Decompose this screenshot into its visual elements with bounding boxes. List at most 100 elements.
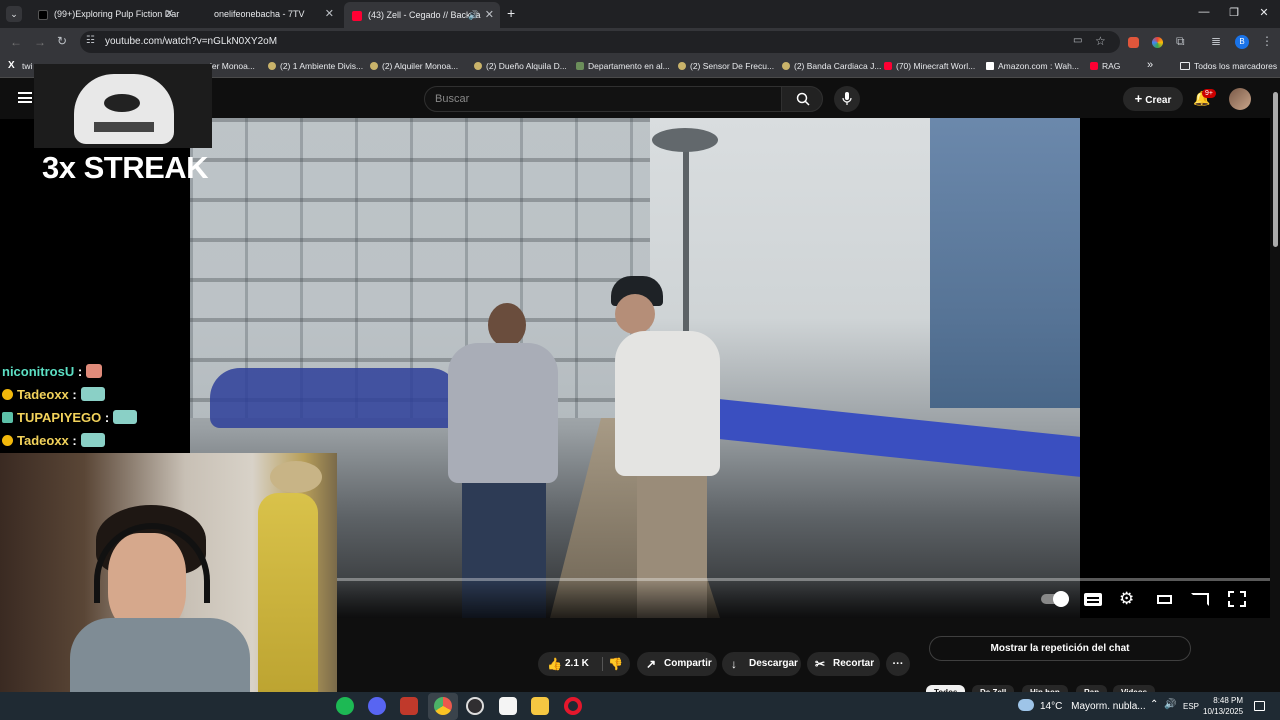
autoplay-play-icon xyxy=(1053,591,1069,607)
chat-message: Tadeoxx : xyxy=(2,387,105,402)
extension-icon[interactable] xyxy=(1128,37,1139,48)
bookmark-item[interactable]: (2) 1 Ambiente Divis... xyxy=(268,61,363,71)
language-indicator[interactable]: ESP xyxy=(1183,702,1199,711)
youtube-favicon xyxy=(884,62,892,70)
bookmark-favicon xyxy=(678,62,686,70)
volume-icon[interactable]: 🔊 xyxy=(1164,699,1176,710)
obs-icon[interactable] xyxy=(466,697,484,715)
bookmark-item[interactable]: twi xyxy=(22,61,32,71)
7tv-icon xyxy=(198,10,208,20)
create-button[interactable]: + Crear xyxy=(1123,87,1183,111)
x-twitter-icon: X xyxy=(8,60,15,71)
reading-list-icon[interactable]: ≣ xyxy=(1211,34,1221,48)
extensions-puzzle-icon[interactable]: ⧉ xyxy=(1176,34,1185,49)
spotify-icon[interactable] xyxy=(336,697,354,715)
profile-avatar[interactable]: B xyxy=(1235,35,1249,49)
taskbar-clock[interactable]: 8:48 PM 10/13/2025 xyxy=(1203,695,1243,717)
fullscreen-icon[interactable] xyxy=(1228,591,1246,607)
bookmark-item[interactable]: (2) Alquiler Monoa... xyxy=(370,61,458,71)
theater-mode-icon[interactable] xyxy=(1156,591,1174,607)
back-icon[interactable]: ← xyxy=(10,35,22,49)
hamburger-menu-icon[interactable] xyxy=(18,92,32,103)
chat-username: TUPAPIYEGO xyxy=(17,410,102,425)
bookmark-item[interactable]: Departamento en al... xyxy=(576,61,670,71)
bookmark-item[interactable]: ler Monoa... xyxy=(210,61,255,71)
tab-pulp-fiction[interactable]: (99+)Exploring Pulp Fiction Dar ✕ xyxy=(30,4,180,24)
chat-badge-icon xyxy=(2,412,13,423)
opera-icon[interactable] xyxy=(564,697,582,715)
bookmark-favicon xyxy=(474,62,482,70)
youtube-favicon xyxy=(1090,62,1098,70)
chat-emote xyxy=(80,433,105,447)
download-button[interactable]: ↓ Descargar xyxy=(722,652,801,676)
voice-search-button[interactable] xyxy=(834,86,860,112)
autoplay-toggle[interactable] xyxy=(1041,591,1071,607)
speaker-icon[interactable]: 🔊 xyxy=(468,2,479,28)
tiktok-icon xyxy=(38,9,48,20)
bookmark-star-icon[interactable]: ☆ xyxy=(1095,34,1106,48)
app-icon[interactable] xyxy=(499,697,517,715)
scissors-icon: ✂ xyxy=(815,657,826,671)
forward-icon[interactable]: → xyxy=(34,35,46,49)
restore-button[interactable]: ❐ xyxy=(1227,6,1241,19)
bookmarks-overflow-button[interactable]: » xyxy=(1147,59,1153,71)
video-scene-blue-pool xyxy=(720,399,1080,477)
scrollbar-thumb[interactable] xyxy=(1273,92,1278,247)
weather-widget-text[interactable]: 14°C Mayorm. nubla... xyxy=(1040,701,1146,712)
cast-page-icon[interactable]: ▭ xyxy=(1073,35,1082,46)
chat-message: niconitrosU : xyxy=(2,364,103,379)
tray-overflow-icon[interactable]: ⌃ xyxy=(1150,699,1158,710)
bookmark-item[interactable]: (70) Minecraft Worl... xyxy=(884,61,975,71)
settings-gear-icon[interactable]: ⚙ xyxy=(1119,590,1137,607)
sub-badge-icon xyxy=(2,389,13,400)
share-button[interactable]: ↗ Compartir xyxy=(637,652,717,676)
chat-message: TUPAPIYEGO : xyxy=(2,410,138,425)
search-icon xyxy=(796,92,810,106)
bookmark-item[interactable]: (2) Dueño Alquila D... xyxy=(474,61,567,71)
close-window-button[interactable]: ✕ xyxy=(1257,6,1271,19)
bookmark-item[interactable]: Amazon.com : Wah... xyxy=(986,61,1079,71)
bookmark-favicon xyxy=(268,62,276,70)
chrome-active-indicator xyxy=(428,693,458,720)
new-tab-button[interactable]: + xyxy=(507,5,515,21)
subtitles-icon[interactable] xyxy=(1084,591,1102,607)
all-bookmarks-folder[interactable]: Todos los marcadores xyxy=(1180,61,1277,71)
notification-badge: 9+ xyxy=(1202,89,1216,98)
tab-youtube-active[interactable]: (43) Zell - Cegado // Backpa 🔊 ✕ xyxy=(344,2,500,28)
show-chat-replay-button[interactable]: Mostrar la repetición del chat xyxy=(929,636,1191,661)
streaming-app-icon[interactable] xyxy=(400,697,418,715)
tab-7tv[interactable]: onelifeonebacha - 7TV ✕ xyxy=(190,4,340,24)
webcam-hat xyxy=(270,461,322,493)
progress-bar[interactable] xyxy=(336,578,1270,581)
reload-icon[interactable]: ↻ xyxy=(57,34,67,48)
clip-button[interactable]: ✂ Recortar xyxy=(807,652,880,676)
notification-center-icon[interactable] xyxy=(1254,701,1265,711)
close-tab-icon[interactable]: ✕ xyxy=(165,4,174,24)
bookmark-item[interactable]: RAG xyxy=(1090,61,1120,71)
search-input[interactable]: Buscar xyxy=(424,86,782,112)
site-info-icon[interactable]: ☷ xyxy=(86,35,95,46)
account-avatar[interactable] xyxy=(1229,88,1251,110)
amazon-favicon xyxy=(986,62,994,70)
extension-icon[interactable] xyxy=(1152,37,1163,48)
discord-icon[interactable] xyxy=(368,697,386,715)
thumbs-down-icon[interactable]: 👎 xyxy=(608,652,623,676)
file-explorer-icon[interactable] xyxy=(531,697,549,715)
close-tab-icon[interactable]: ✕ xyxy=(485,2,494,28)
bookmark-item[interactable]: (2) Banda Cardiaca J... xyxy=(782,61,881,71)
weather-widget[interactable] xyxy=(1018,699,1034,711)
tab-search-button[interactable]: ⌄ xyxy=(6,6,22,22)
url-text[interactable]: youtube.com/watch?v=nGLkN0XY2oM xyxy=(105,36,277,47)
youtube-icon xyxy=(352,10,362,21)
bookmark-item[interactable]: (2) Sensor De Frecu... xyxy=(678,61,774,71)
search-button[interactable] xyxy=(781,86,823,112)
chrome-menu-icon[interactable]: ⋮ xyxy=(1261,34,1273,48)
more-actions-button[interactable]: ··· xyxy=(886,652,910,676)
download-icon: ↓ xyxy=(731,657,737,671)
close-tab-icon[interactable]: ✕ xyxy=(325,4,334,24)
chat-username: Tadeoxx xyxy=(17,433,69,448)
microphone-icon xyxy=(842,92,852,105)
minimize-button[interactable]: — xyxy=(1197,6,1211,18)
like-button[interactable]: 👍 2.1 K 👎 xyxy=(538,652,630,676)
cast-icon[interactable] xyxy=(1190,591,1209,607)
